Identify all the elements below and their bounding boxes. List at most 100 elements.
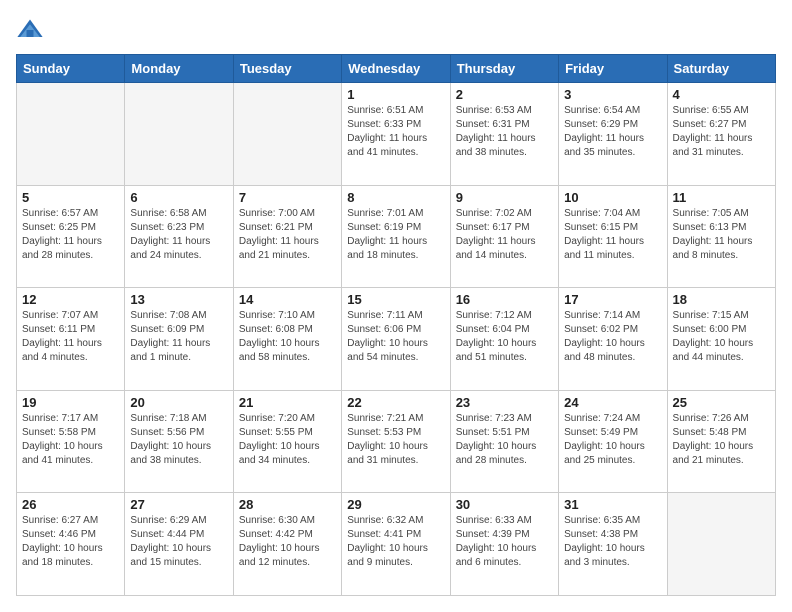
calendar-cell: 21 Sunrise: 7:20 AM Sunset: 5:55 PM Dayli… — [233, 390, 341, 493]
logo — [16, 16, 48, 44]
calendar-cell: 22 Sunrise: 7:21 AM Sunset: 5:53 PM Dayli… — [342, 390, 450, 493]
calendar-cell: 15 Sunrise: 7:11 AM Sunset: 6:06 PM Dayli… — [342, 288, 450, 391]
calendar-cell: 14 Sunrise: 7:10 AM Sunset: 6:08 PM Dayli… — [233, 288, 341, 391]
calendar-cell: 26Sunrise: 6:27 AM Sunset: 4:46 PM Dayli… — [17, 493, 125, 596]
logo-icon — [16, 16, 44, 44]
calendar-cell — [667, 493, 775, 596]
calendar-cell: 23 Sunrise: 7:23 AM Sunset: 5:51 PM Dayli… — [450, 390, 558, 493]
calendar-cell: 13 Sunrise: 7:08 AM Sunset: 6:09 PM Dayli… — [125, 288, 233, 391]
day-info: Sunrise: 6:33 AM Sunset: 4:39 PM Dayligh… — [456, 514, 553, 570]
day-number: 23 — [456, 395, 553, 410]
day-number: 12 — [22, 292, 119, 307]
header-friday: Friday — [559, 55, 667, 83]
weekday-header-row: Sunday Monday Tuesday Wednesday Thursday… — [17, 55, 776, 83]
day-number: 15 — [347, 292, 444, 307]
calendar-cell: 9 Sunrise: 7:02 AM Sunset: 6:17 PM Daylig… — [450, 185, 558, 288]
day-number: 19 — [22, 395, 119, 410]
week-row-2: 5 Sunrise: 6:57 AM Sunset: 6:25 PM Daylig… — [17, 185, 776, 288]
day-info: Sunrise: 7:21 AM Sunset: 5:53 PM Dayligh… — [347, 412, 444, 468]
day-info: Sunrise: 7:01 AM Sunset: 6:19 PM Dayligh… — [347, 207, 444, 263]
day-number: 16 — [456, 292, 553, 307]
calendar-cell: 4 Sunrise: 6:55 AM Sunset: 6:27 PM Daylig… — [667, 83, 775, 186]
header-thursday: Thursday — [450, 55, 558, 83]
day-info: Sunrise: 6:57 AM Sunset: 6:25 PM Dayligh… — [22, 207, 119, 263]
header-monday: Monday — [125, 55, 233, 83]
day-info: Sunrise: 7:18 AM Sunset: 5:56 PM Dayligh… — [130, 412, 227, 468]
calendar-cell: 6 Sunrise: 6:58 AM Sunset: 6:23 PM Daylig… — [125, 185, 233, 288]
calendar-cell: 24 Sunrise: 7:24 AM Sunset: 5:49 PM Dayli… — [559, 390, 667, 493]
calendar-cell: 10Sunrise: 7:04 AM Sunset: 6:15 PM Dayli… — [559, 185, 667, 288]
week-row-4: 19 Sunrise: 7:17 AM Sunset: 5:58 PM Dayli… — [17, 390, 776, 493]
day-number: 7 — [239, 190, 336, 205]
calendar-cell: 30 Sunrise: 6:33 AM Sunset: 4:39 PM Dayli… — [450, 493, 558, 596]
day-number: 29 — [347, 497, 444, 512]
day-info: Sunrise: 7:23 AM Sunset: 5:51 PM Dayligh… — [456, 412, 553, 468]
day-number: 6 — [130, 190, 227, 205]
header — [16, 16, 776, 44]
day-number: 3 — [564, 87, 661, 102]
calendar-cell: 12 Sunrise: 7:07 AM Sunset: 6:11 PM Dayli… — [17, 288, 125, 391]
calendar-cell — [233, 83, 341, 186]
day-number: 4 — [673, 87, 770, 102]
header-tuesday: Tuesday — [233, 55, 341, 83]
calendar-cell: 17 Sunrise: 7:14 AM Sunset: 6:02 PM Dayli… — [559, 288, 667, 391]
day-number: 22 — [347, 395, 444, 410]
day-number: 28 — [239, 497, 336, 512]
calendar-cell: 5 Sunrise: 6:57 AM Sunset: 6:25 PM Daylig… — [17, 185, 125, 288]
header-wednesday: Wednesday — [342, 55, 450, 83]
calendar-cell: 3 Sunrise: 6:54 AM Sunset: 6:29 PM Daylig… — [559, 83, 667, 186]
day-info: Sunrise: 6:29 AM Sunset: 4:44 PM Dayligh… — [130, 514, 227, 570]
calendar-cell: 2Sunrise: 6:53 AM Sunset: 6:31 PM Daylig… — [450, 83, 558, 186]
day-number: 21 — [239, 395, 336, 410]
day-info: Sunrise: 7:02 AM Sunset: 6:17 PM Dayligh… — [456, 207, 553, 263]
header-sunday: Sunday — [17, 55, 125, 83]
day-number: 9 — [456, 190, 553, 205]
day-info: Sunrise: 7:07 AM Sunset: 6:11 PM Dayligh… — [22, 309, 119, 365]
day-number: 14 — [239, 292, 336, 307]
day-info: Sunrise: 7:17 AM Sunset: 5:58 PM Dayligh… — [22, 412, 119, 468]
day-info: Sunrise: 7:04 AM Sunset: 6:15 PM Dayligh… — [564, 207, 661, 263]
day-number: 13 — [130, 292, 227, 307]
calendar-cell — [125, 83, 233, 186]
day-number: 17 — [564, 292, 661, 307]
calendar-cell: 29 Sunrise: 6:32 AM Sunset: 4:41 PM Dayli… — [342, 493, 450, 596]
day-info: Sunrise: 7:08 AM Sunset: 6:09 PM Dayligh… — [130, 309, 227, 365]
day-number: 18 — [673, 292, 770, 307]
day-number: 8 — [347, 190, 444, 205]
calendar-cell: 27Sunrise: 6:29 AM Sunset: 4:44 PM Dayli… — [125, 493, 233, 596]
day-info: Sunrise: 7:12 AM Sunset: 6:04 PM Dayligh… — [456, 309, 553, 365]
day-info: Sunrise: 6:55 AM Sunset: 6:27 PM Dayligh… — [673, 104, 770, 160]
day-info: Sunrise: 7:00 AM Sunset: 6:21 PM Dayligh… — [239, 207, 336, 263]
day-info: Sunrise: 7:11 AM Sunset: 6:06 PM Dayligh… — [347, 309, 444, 365]
day-number: 24 — [564, 395, 661, 410]
day-number: 25 — [673, 395, 770, 410]
day-number: 11 — [673, 190, 770, 205]
day-number: 26 — [22, 497, 119, 512]
day-info: Sunrise: 6:51 AM Sunset: 6:33 PM Dayligh… — [347, 104, 444, 160]
day-info: Sunrise: 6:58 AM Sunset: 6:23 PM Dayligh… — [130, 207, 227, 263]
day-number: 5 — [22, 190, 119, 205]
calendar-cell: 16 Sunrise: 7:12 AM Sunset: 6:04 PM Dayli… — [450, 288, 558, 391]
day-info: Sunrise: 7:10 AM Sunset: 6:08 PM Dayligh… — [239, 309, 336, 365]
week-row-3: 12 Sunrise: 7:07 AM Sunset: 6:11 PM Dayli… — [17, 288, 776, 391]
calendar-cell: 18 Sunrise: 7:15 AM Sunset: 6:00 PM Dayli… — [667, 288, 775, 391]
day-number: 2 — [456, 87, 553, 102]
day-info: Sunrise: 7:15 AM Sunset: 6:00 PM Dayligh… — [673, 309, 770, 365]
week-row-1: 1Sunrise: 6:51 AM Sunset: 6:33 PM Daylig… — [17, 83, 776, 186]
day-info: Sunrise: 7:20 AM Sunset: 5:55 PM Dayligh… — [239, 412, 336, 468]
calendar-cell: 11Sunrise: 7:05 AM Sunset: 6:13 PM Dayli… — [667, 185, 775, 288]
calendar-table: Sunday Monday Tuesday Wednesday Thursday… — [16, 54, 776, 596]
day-info: Sunrise: 7:24 AM Sunset: 5:49 PM Dayligh… — [564, 412, 661, 468]
day-info: Sunrise: 6:30 AM Sunset: 4:42 PM Dayligh… — [239, 514, 336, 570]
calendar-cell — [17, 83, 125, 186]
day-info: Sunrise: 6:35 AM Sunset: 4:38 PM Dayligh… — [564, 514, 661, 570]
day-info: Sunrise: 6:32 AM Sunset: 4:41 PM Dayligh… — [347, 514, 444, 570]
calendar-cell: 7 Sunrise: 7:00 AM Sunset: 6:21 PM Daylig… — [233, 185, 341, 288]
page: Sunday Monday Tuesday Wednesday Thursday… — [0, 0, 792, 612]
day-info: Sunrise: 7:26 AM Sunset: 5:48 PM Dayligh… — [673, 412, 770, 468]
day-number: 30 — [456, 497, 553, 512]
day-info: Sunrise: 7:14 AM Sunset: 6:02 PM Dayligh… — [564, 309, 661, 365]
calendar-cell: 20Sunrise: 7:18 AM Sunset: 5:56 PM Dayli… — [125, 390, 233, 493]
calendar-cell: 8 Sunrise: 7:01 AM Sunset: 6:19 PM Daylig… — [342, 185, 450, 288]
day-info: Sunrise: 6:54 AM Sunset: 6:29 PM Dayligh… — [564, 104, 661, 160]
